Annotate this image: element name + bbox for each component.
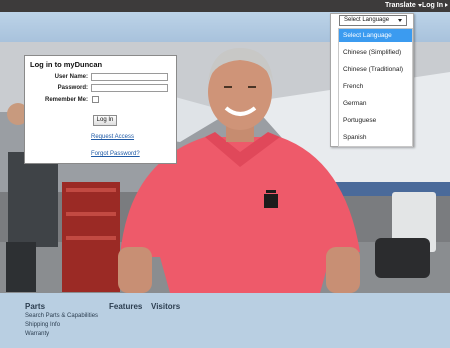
language-select-value: Select Language [344, 17, 390, 23]
footer-link-search-parts[interactable]: Search Parts & Capabilities [25, 313, 98, 319]
request-access-link[interactable]: Request Access [91, 134, 134, 140]
language-options-list: Select Language Chinese (Simplified) Chi… [338, 28, 413, 147]
language-option-portuguese[interactable]: Portuguese [339, 114, 412, 127]
language-option-german[interactable]: German [339, 97, 412, 110]
username-input[interactable] [91, 73, 168, 81]
footer-heading-parts[interactable]: Parts [25, 302, 45, 311]
password-input[interactable] [91, 84, 168, 92]
chevron-down-icon [398, 19, 402, 22]
forgot-password-link[interactable]: Forgot Password? [91, 151, 140, 157]
caret-right-icon [445, 3, 448, 8]
language-option-french[interactable]: French [339, 80, 412, 93]
footer-link-shipping-info[interactable]: Shipping Info [25, 322, 60, 328]
footer-link-warranty[interactable]: Warranty [25, 331, 49, 337]
top-login-link[interactable]: Log In [422, 0, 448, 12]
login-panel: Log in to myDuncan User Name: Password: … [24, 55, 177, 164]
translate-label: Translate [385, 2, 416, 9]
language-option-chinese-simplified[interactable]: Chinese (Simplified) [339, 46, 412, 59]
login-panel-title: Log in to myDuncan [30, 60, 103, 69]
language-option-spanish[interactable]: Spanish [339, 131, 412, 144]
footer: Parts Features Visitors Search Parts & C… [0, 293, 450, 348]
language-option-chinese-traditional[interactable]: Chinese (Traditional) [339, 63, 412, 76]
top-login-label: Log In [422, 2, 443, 9]
username-label: User Name: [54, 74, 88, 80]
password-label: Password: [57, 85, 88, 91]
remember-me-label: Remember Me: [44, 97, 88, 103]
translate-menu[interactable]: Translate [385, 0, 422, 12]
top-bar: Translate Log In [0, 0, 450, 12]
footer-heading-visitors[interactable]: Visitors [151, 302, 180, 311]
login-button[interactable]: Log In [93, 115, 117, 126]
language-dropdown: Select Language Select Language Chinese … [330, 13, 414, 147]
remember-me-checkbox[interactable] [92, 96, 99, 103]
language-option-select[interactable]: Select Language [339, 29, 412, 42]
footer-heading-features[interactable]: Features [109, 302, 142, 311]
language-select[interactable]: Select Language [339, 15, 407, 26]
